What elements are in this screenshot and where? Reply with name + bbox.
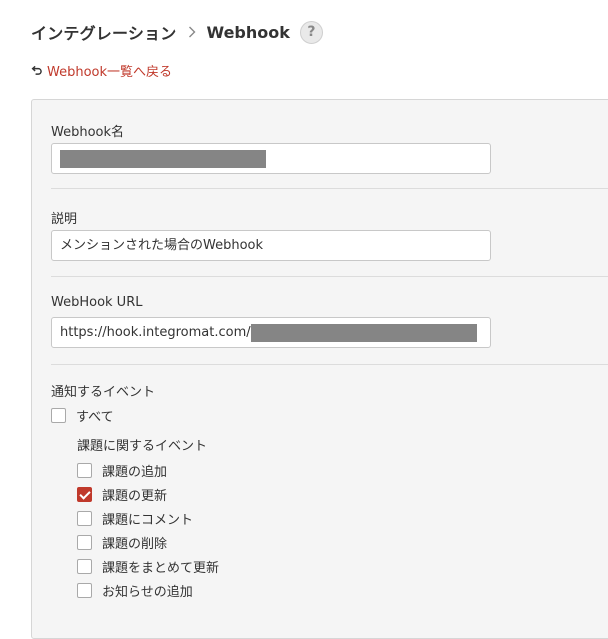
breadcrumb: インテグレーション Webhook ?	[31, 19, 323, 45]
checkbox[interactable]	[77, 583, 92, 598]
webhook-form-panel: Webhook名 説明 メンションされた場合のWebhook WebHook U…	[31, 99, 608, 639]
checkbox[interactable]	[77, 535, 92, 550]
description-input[interactable]: メンションされた場合のWebhook	[51, 230, 491, 261]
checkbox-label: 課題の削除	[102, 537, 168, 552]
checkbox[interactable]	[51, 408, 66, 423]
events-label: 通知するイベント	[51, 385, 156, 400]
webhook-name-input[interactable]	[51, 143, 491, 174]
checkbox-label: すべて	[76, 410, 114, 425]
checkbox[interactable]	[77, 559, 92, 574]
webhook-url-value: https://hook.integromat.com/	[60, 325, 251, 340]
description-label: 説明	[51, 212, 78, 227]
webhook-name-label: Webhook名	[51, 125, 125, 140]
divider	[51, 364, 608, 365]
checkbox[interactable]	[77, 463, 92, 478]
event-checkbox-item[interactable]: 課題をまとめて更新	[77, 557, 219, 576]
back-arrow-icon	[31, 65, 42, 75]
help-icon[interactable]: ?	[299, 20, 323, 44]
event-checkbox-item[interactable]: 課題の削除	[77, 533, 167, 552]
checkbox-label: 課題をまとめて更新	[102, 561, 220, 576]
breadcrumb-integrations[interactable]: インテグレーション	[31, 20, 176, 44]
redacted-value	[250, 323, 477, 342]
checkbox-label: 課題の更新	[102, 489, 168, 504]
checkbox-label: 課題にコメント	[102, 513, 194, 528]
back-to-webhook-list-link[interactable]: Webhook一覧へ戻る	[31, 61, 172, 80]
redacted-value	[60, 149, 266, 168]
event-checkbox-all[interactable]: すべて	[51, 406, 114, 425]
event-checkbox-item[interactable]: 課題にコメント	[77, 509, 193, 528]
checkbox[interactable]	[77, 487, 92, 502]
event-checkbox-item[interactable]: 課題の追加	[77, 461, 167, 480]
webhook-url-input[interactable]: https://hook.integromat.com/	[51, 317, 491, 348]
divider	[51, 188, 608, 189]
back-link-label: Webhook一覧へ戻る	[47, 65, 173, 80]
checkbox-label: お知らせの追加	[102, 585, 193, 600]
event-checkbox-item[interactable]: 課題の更新	[77, 485, 167, 504]
divider	[51, 276, 608, 277]
chevron-right-icon	[188, 26, 196, 38]
issue-events-group-label: 課題に関するイベント	[77, 439, 208, 454]
webhook-url-label: WebHook URL	[51, 295, 143, 310]
page-title: Webhook	[206, 22, 290, 42]
checkbox-label: 課題の追加	[102, 465, 168, 480]
description-value: メンションされた場合のWebhook	[60, 238, 264, 253]
checkbox[interactable]	[77, 511, 92, 526]
event-checkbox-item[interactable]: お知らせの追加	[77, 581, 193, 600]
